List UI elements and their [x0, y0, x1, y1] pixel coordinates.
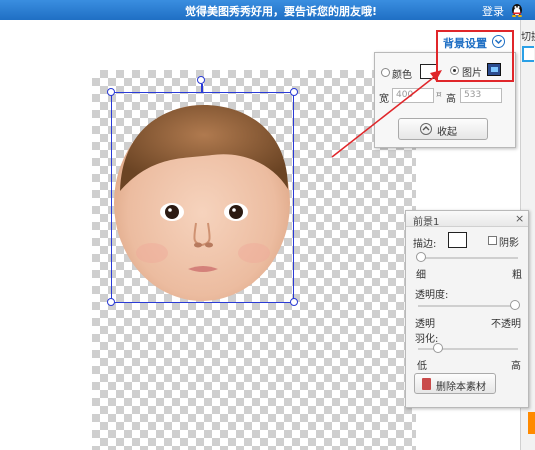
banner-message: 觉得美图秀秀好用，要告诉您的朋友哦! [185, 5, 378, 18]
stroke-slider-knob[interactable] [416, 252, 426, 262]
feather-slider-knob[interactable] [433, 343, 443, 353]
right-strip-marker [528, 412, 535, 434]
high-label: 高 [511, 361, 521, 372]
low-label: 低 [417, 361, 427, 372]
height-input[interactable]: 533 [460, 88, 502, 103]
resize-handle-top-right[interactable] [290, 88, 298, 96]
transparent-label: 透明 [415, 319, 435, 330]
opaque-label: 不透明 [491, 319, 521, 330]
thin-label: 细 [416, 270, 426, 281]
thick-label: 粗 [512, 270, 522, 281]
opacity-slider[interactable] [418, 305, 518, 307]
baby-photo [114, 105, 290, 301]
close-icon[interactable]: × [515, 212, 524, 225]
opacity-slider-knob[interactable] [510, 300, 520, 310]
foreground-title: 前景1 [413, 217, 440, 228]
rotate-handle-line [201, 84, 203, 92]
top-banner: 觉得美图秀秀好用，要告诉您的朋友哦! 登录 [0, 0, 535, 20]
stroke-slider[interactable] [418, 257, 518, 259]
background-settings-title[interactable]: 背景设置 [443, 35, 487, 51]
foreground-selection[interactable] [111, 92, 294, 303]
login-link[interactable]: 登录 [482, 3, 504, 19]
rotate-handle[interactable] [197, 76, 205, 84]
switch-label[interactable]: 切换 [521, 28, 535, 43]
stroke-label: 描边: [413, 239, 437, 250]
delete-material-button[interactable]: 删除本素材 [414, 373, 496, 394]
shadow-label: 阴影 [499, 238, 519, 249]
qq-penguin-icon[interactable] [510, 2, 524, 17]
resize-handle-bottom-left[interactable] [107, 298, 115, 306]
chevron-down-icon[interactable] [492, 35, 505, 48]
shadow-checkbox[interactable] [488, 236, 497, 245]
trash-icon [422, 378, 431, 390]
stroke-color-swatch[interactable] [448, 232, 467, 248]
delete-material-label: 删除本素材 [436, 382, 486, 393]
resize-handle-top-left[interactable] [107, 88, 115, 96]
resize-handle-bottom-right[interactable] [290, 298, 298, 306]
right-strip-tab[interactable] [522, 46, 534, 62]
opacity-label: 透明度: [415, 290, 449, 301]
annotation-arrow [331, 70, 442, 158]
